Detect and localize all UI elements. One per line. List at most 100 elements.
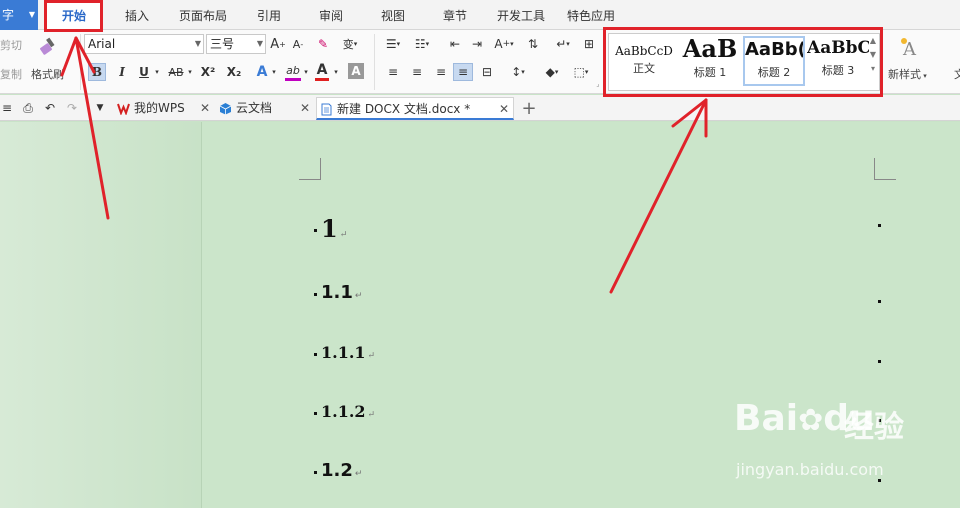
print-preview-icon[interactable]: ⎙ [20,99,36,117]
close-icon[interactable]: ✕ [200,97,210,119]
paragraph-mark: ↵ [367,351,376,361]
italic-button[interactable]: I [114,63,130,81]
tab-current-document[interactable]: 新建 DOCX 文档.docx * ✕ [316,97,514,120]
quick-access-dropdown-icon[interactable]: ▼ [94,99,106,117]
tab-page-layout[interactable]: 页面布局 [179,0,227,30]
style-heading-1[interactable]: AaB 标题 1 [679,36,741,86]
tab-review[interactable]: 审阅 [319,0,343,30]
font-color-button[interactable]: A [314,61,330,81]
redo-icon[interactable]: ↷ [64,99,80,117]
line-spacing-icon[interactable]: ↕ ▾ [506,63,530,81]
tab-label: 我的WPS [134,101,185,115]
tab-developer[interactable]: 开发工具 [497,0,545,30]
format-painter-button[interactable]: 格式刷 [31,66,64,82]
close-icon[interactable]: ✕ [499,98,509,120]
text-tool-button[interactable]: 文 [954,66,960,82]
copy-button[interactable]: 复制 [0,66,22,82]
tab-my-wps[interactable]: 我的WPS ✕ [114,97,214,120]
highlight-button[interactable]: ab [284,61,302,81]
justify-icon[interactable]: ≡ [453,63,473,81]
chevron-down-icon: ▼ [194,39,201,48]
chevron-down-icon[interactable]: ▾ [186,63,194,81]
cloud-doc-icon [219,103,232,115]
subscript-button[interactable]: X₂ [224,63,244,81]
gallery-expand-icon[interactable]: ▾ [868,62,878,76]
chevron-down-icon[interactable]: ▾ [270,63,278,81]
new-tab-icon[interactable]: + [520,98,538,119]
style-heading-2[interactable]: AaBb( 标题 2 [743,36,805,86]
undo-icon[interactable]: ↶ [42,99,58,117]
superscript-button[interactable]: X² [198,63,218,81]
borders-icon[interactable]: ⬚ ▾ [570,63,592,81]
font-color-label: A [316,62,328,78]
chevron-down-icon: ▼ [256,39,263,48]
heading-text: 1.1.1 [321,343,366,362]
style-sample: AaBbCcD [615,44,673,58]
font-color-bar [315,78,329,81]
paragraph-mark: ↵ [339,230,348,240]
gallery-scrollbar[interactable]: ▲ ▼ ▾ [868,34,878,90]
margin-marker [878,224,881,227]
chevron-down-icon[interactable]: ▾ [332,63,340,81]
heading-level-2[interactable]: 1.2 ↵ [314,460,363,481]
font-size-select[interactable]: 三号 ▼ [206,34,266,54]
menu-icon[interactable]: ≡ [0,99,14,117]
heading-level-3[interactable]: 1.1.2 ↵ [314,402,375,421]
tab-cloud-docs[interactable]: 云文档 ✕ [216,97,314,120]
scroll-down-icon[interactable]: ▼ [868,48,878,62]
tab-insert[interactable]: 插入 [125,0,149,30]
show-marks-icon[interactable]: ↵ ▾ [552,35,574,53]
highlight-label: ab [286,63,300,77]
scroll-up-icon[interactable]: ▲ [868,34,878,48]
shading-icon[interactable]: ◆ ▾ [540,63,564,81]
new-style-button[interactable]: 新样式 ▾ [888,66,927,82]
cut-button[interactable]: 剪切 [0,37,22,53]
dialog-launcher-icon[interactable]: ⌟ [594,80,602,88]
increase-indent-icon[interactable]: ⇥ [468,35,486,53]
close-icon[interactable]: ✕ [300,97,310,119]
format-painter-icon[interactable] [37,35,61,57]
style-heading-3[interactable]: AaBbC 标题 3 [807,36,869,86]
heading-text: 1.1 [321,282,353,303]
heading-level-3[interactable]: 1.1.1 ↵ [314,343,376,362]
heading-level-2[interactable]: 1.1 ↵ [314,282,362,303]
strikethrough-button[interactable]: AB [166,63,186,81]
tab-chapter[interactable]: 章节 [443,0,467,30]
phonetic-guide-icon[interactable]: 变 ▾ [338,35,362,53]
grow-font-icon[interactable]: A + [270,35,286,53]
menu-bar: 字 ▼ 开始 插入 页面布局 引用 审阅 视图 章节 开发工具 特色应用 [0,0,960,30]
chevron-down-icon[interactable]: ▾ [152,63,162,81]
shrink-font-icon[interactable]: A- [290,35,306,53]
align-center-icon[interactable]: ≡ [408,63,426,81]
font-size-value: 三号 [210,37,235,51]
heading-level-1[interactable]: 1 ↵ [314,214,348,243]
text-effect-button[interactable]: A [254,63,270,81]
sort-icon[interactable]: ⇅ [524,35,542,53]
font-family-value: Arial [88,37,116,51]
decrease-indent-icon[interactable]: ⇤ [446,35,464,53]
tab-view[interactable]: 视图 [381,0,405,30]
app-menu-label: 字 [2,8,15,22]
align-right-icon[interactable]: ≡ [432,63,450,81]
char-shading-button[interactable]: A [348,63,364,79]
clear-format-icon[interactable]: ✎ [314,35,332,53]
underline-button[interactable]: U [136,63,152,81]
app-menu-button[interactable]: 字 ▼ [0,0,38,30]
table-icon[interactable]: ⊞ [580,35,598,53]
new-style-icon[interactable]: A [896,34,924,60]
chinese-layout-icon[interactable]: A + ▾ [490,35,518,53]
tab-home[interactable]: 开始 [46,0,102,30]
distribute-icon[interactable]: ⊟ [478,63,496,81]
tab-special[interactable]: 特色应用 [567,0,615,30]
numbered-list-icon[interactable]: ☷ ▾ [410,35,434,53]
paragraph-mark: ↵ [354,469,363,479]
tab-references[interactable]: 引用 [257,0,281,30]
crop-mark [874,158,896,180]
bold-button[interactable]: B [88,63,106,81]
tab-label: 新建 DOCX 文档.docx * [337,102,471,116]
style-normal[interactable]: AaBbCcD 正文 [613,36,675,86]
font-family-select[interactable]: Arial ▼ [84,34,204,54]
chevron-down-icon[interactable]: ▾ [302,63,310,81]
align-left-icon[interactable]: ≡ [384,63,402,81]
bullet-list-icon[interactable]: ☰ ▾ [382,35,404,53]
